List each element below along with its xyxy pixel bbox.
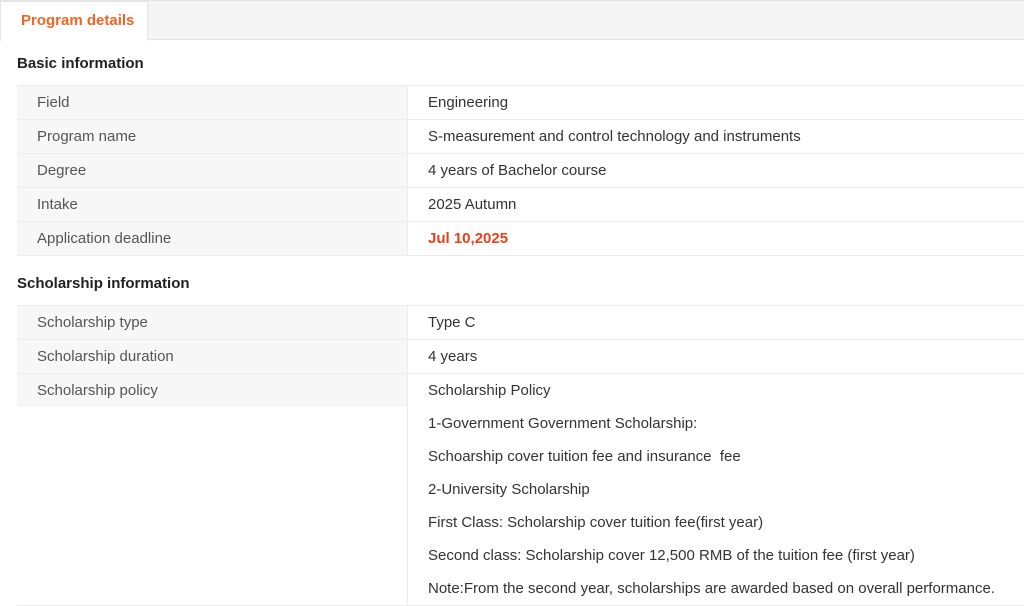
table-row-scholarship-policy: Scholarship policy Scholarship Policy 1-… [17,374,1024,606]
scholarship-information-title: Scholarship information [17,275,190,292]
policy-line: 2-University Scholarship [428,481,590,498]
scholarship-policy-text: Scholarship Policy 1-Government Governme… [408,374,1024,605]
program-details-page: Program details Basic information Field … [0,0,1024,606]
field-label: Field [17,86,408,119]
policy-line: Schoarship cover tuition fee and insuran… [428,448,741,465]
policy-line: Scholarship Policy [428,382,551,399]
policy-line: 1-Government Government Scholarship: [428,415,698,432]
scholarship-type-label: Scholarship type [17,306,408,339]
intake-value: 2025 Autumn [428,196,517,213]
scholarship-policy-label: Scholarship policy [17,374,408,605]
basic-information-table: Field Engineering Program name S-measure… [17,85,1024,256]
table-row-degree: Degree 4 years of Bachelor course [17,154,1024,188]
policy-line: First Class: Scholarship cover tuition f… [428,514,764,531]
basic-information-title: Basic information [17,55,144,72]
scholarship-duration-label: Scholarship duration [17,340,408,373]
table-row-scholarship-type: Scholarship type Type C [17,306,1024,340]
degree-value: 4 years of Bachelor course [428,162,607,179]
application-deadline-value: Jul 10,2025 [428,230,509,247]
program-name-value: S-measurement and control technology and… [428,128,801,145]
scholarship-type-value: Type C [428,314,476,331]
active-tab-indicator [1,40,147,42]
application-deadline-label: Application deadline [17,222,408,255]
degree-label: Degree [17,154,408,187]
table-row-scholarship-duration: Scholarship duration 4 years [17,340,1024,374]
tab-program-details[interactable]: Program details [0,1,148,41]
policy-line: Note:From the second year, scholarships … [428,580,995,597]
policy-line: Second class: Scholarship cover 12,500 R… [428,547,915,564]
table-row-program-name: Program name S-measurement and control t… [17,120,1024,154]
scholarship-duration-value: 4 years [428,348,478,365]
intake-label: Intake [17,188,408,221]
table-row-application-deadline: Application deadline Jul 10,2025 [17,222,1024,256]
tab-bar: Program details [0,0,1024,42]
table-row-intake: Intake 2025 Autumn [17,188,1024,222]
field-value: Engineering [428,94,509,111]
program-name-label: Program name [17,120,408,153]
scholarship-information-table: Scholarship type Type C Scholarship dura… [17,305,1024,606]
table-row-field: Field Engineering [17,86,1024,120]
